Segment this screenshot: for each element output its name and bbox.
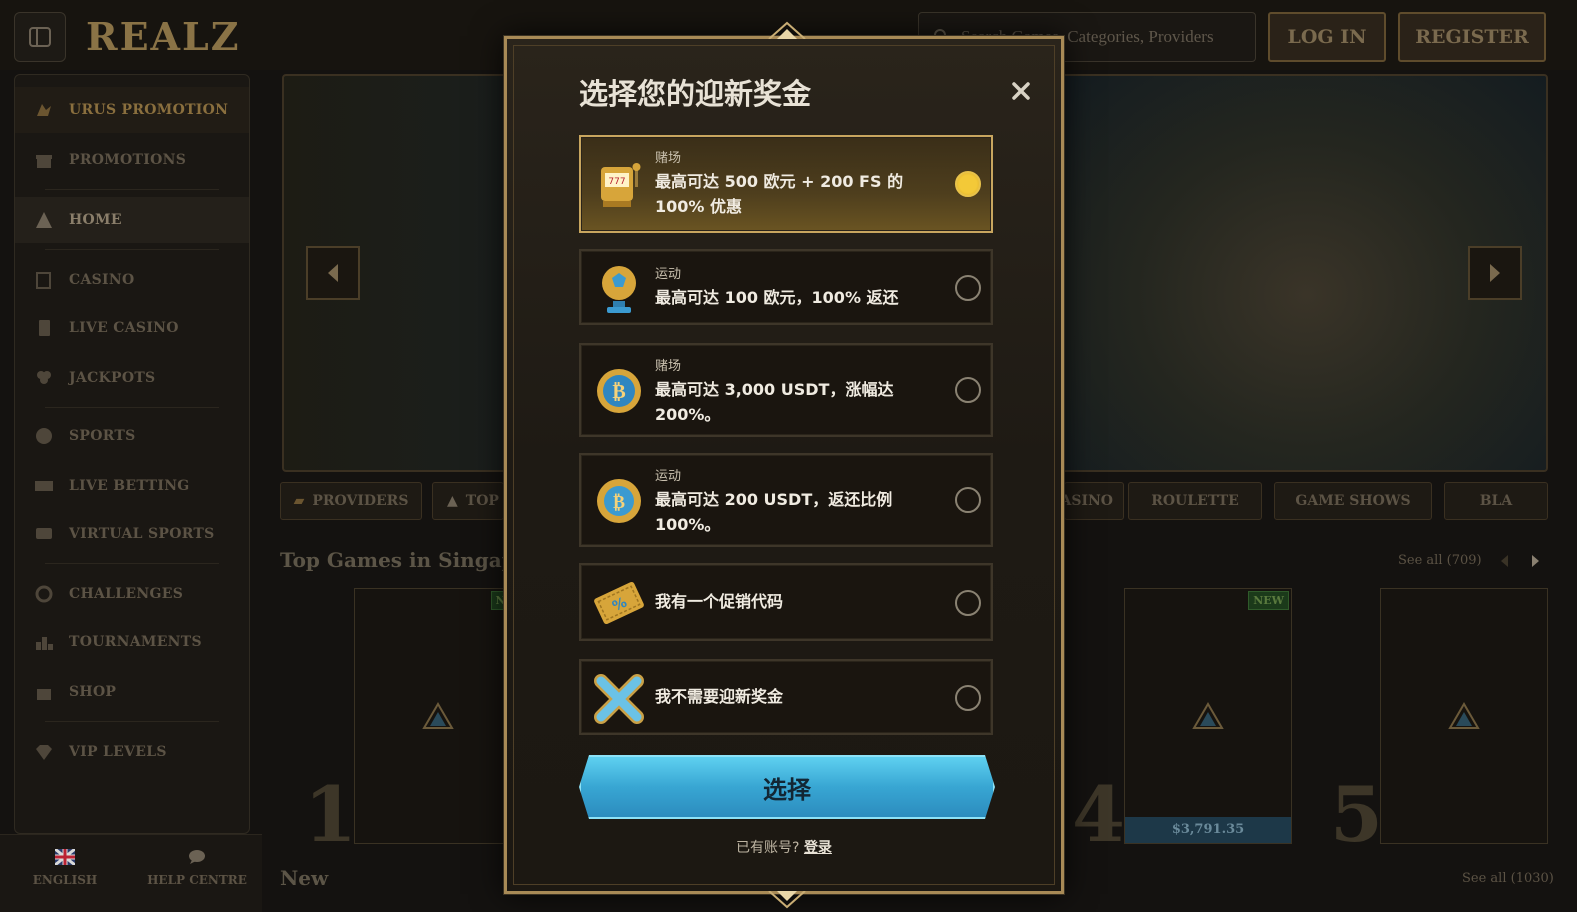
welcome-bonus-modal: 选择您的迎新奖金 777 赌场 最高可达 500 欧元 + 200 FS 的 1… [504, 21, 1064, 909]
bitcoin-coin-icon: ₿ [593, 363, 645, 419]
option-text: 我有一个促销代码 [655, 592, 784, 611]
bonus-option-casino-3000usdt[interactable]: ₿ 赌场 最高可达 3,000 USDT，涨幅达 200%。 [579, 343, 993, 437]
ornament-icon [768, 891, 806, 909]
close-button[interactable] [1007, 77, 1035, 105]
svg-text:777: 777 [608, 177, 625, 187]
login-link[interactable]: 登录 [804, 840, 832, 856]
bonus-option-sports-200usdt[interactable]: ₿ 运动 最高可达 200 USDT，返还比例 100%。 [579, 453, 993, 547]
login-prompt: 已有账号? [736, 840, 800, 856]
svg-text:₿: ₿ [613, 492, 625, 513]
football-trophy-icon [593, 261, 645, 317]
x-mark-icon [593, 671, 645, 727]
option-text: 最高可达 3,000 USDT，涨幅达 200%。 [655, 380, 894, 424]
select-button[interactable]: 选择 [579, 755, 995, 819]
option-radio[interactable] [955, 171, 981, 197]
slot-machine-icon: 777 [593, 155, 645, 211]
modal-title: 选择您的迎新奖金 [579, 77, 812, 111]
option-radio[interactable] [955, 590, 981, 616]
bonus-option-casino-500eur[interactable]: 777 赌场 最高可达 500 欧元 + 200 FS 的 100% 优惠 [579, 135, 993, 233]
promo-ticket-icon: % [593, 575, 645, 631]
option-category: 运动 [655, 267, 682, 282]
option-category: 赌场 [655, 359, 682, 374]
option-radio[interactable] [955, 487, 981, 513]
login-hint: 已有账号? 登录 [507, 837, 1061, 857]
option-radio[interactable] [955, 377, 981, 403]
ornament-icon [768, 21, 806, 39]
svg-text:₿: ₿ [612, 379, 625, 403]
option-text: 我不需要迎新奖金 [655, 687, 784, 706]
bonus-option-promo-code[interactable]: % 我有一个促销代码 [579, 563, 993, 641]
option-category: 运动 [655, 469, 682, 484]
option-radio[interactable] [955, 275, 981, 301]
page: REALZ LOG IN REGISTER URUS PROMOTION PRO… [0, 0, 1577, 912]
option-radio[interactable] [955, 685, 981, 711]
bonus-option-no-bonus[interactable]: 我不需要迎新奖金 [579, 659, 993, 735]
bitcoin-football-icon: ₿ [593, 473, 645, 529]
option-category: 赌场 [655, 151, 682, 166]
option-text: 最高可达 100 欧元，100% 返还 [655, 288, 899, 307]
option-text: 最高可达 200 USDT，返还比例 100%。 [655, 490, 893, 534]
close-icon [1012, 82, 1030, 100]
bonus-option-sports-100eur[interactable]: 运动 最高可达 100 欧元，100% 返还 [579, 249, 993, 325]
option-text: 最高可达 500 欧元 + 200 FS 的 100% 优惠 [655, 172, 904, 216]
